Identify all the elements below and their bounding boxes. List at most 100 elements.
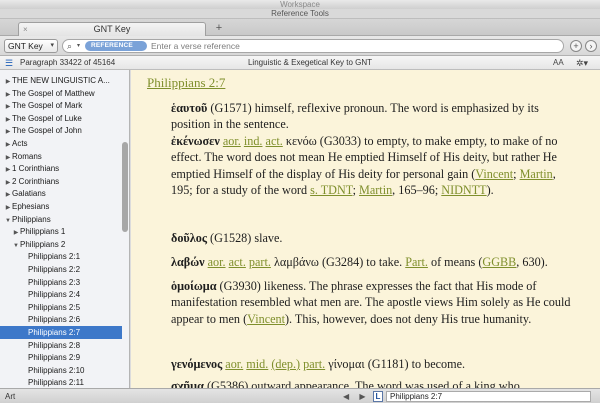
- reference-search-box[interactable]: ⌕ ▾ REFERENCE: [62, 39, 564, 53]
- sidebar-item[interactable]: ▶ The Gospel of Matthew: [0, 87, 122, 100]
- disclosure-closed-icon[interactable]: ▶: [4, 126, 12, 137]
- disclosure-closed-icon[interactable]: ▶: [4, 114, 12, 125]
- disclosure-closed-icon[interactable]: ▶: [4, 189, 12, 200]
- sidebar-item-label: Philippians 2:4: [28, 290, 81, 300]
- search-icon[interactable]: ⌕: [67, 40, 72, 52]
- parsing-link[interactable]: part.: [249, 255, 271, 269]
- disclosure-closed-icon[interactable]: ▶: [4, 139, 12, 150]
- reference-link[interactable]: s. TDNT: [310, 183, 352, 197]
- resource-title: Linguistic & Exegetical Key to GNT: [247, 58, 373, 67]
- parsing-link[interactable]: aor.: [223, 134, 241, 148]
- sidebar-item[interactable]: Philippians 2:8: [0, 339, 122, 352]
- sidebar-item[interactable]: ▶ THE NEW LINGUISTIC A...: [0, 74, 122, 87]
- tab-strip: × GNT Key +: [0, 19, 600, 36]
- sidebar-item[interactable]: Philippians 2:5: [0, 301, 122, 314]
- sidebar-item[interactable]: Philippians 2:9: [0, 351, 122, 364]
- sidebar-scrollbar[interactable]: [122, 142, 128, 232]
- sidebar-item[interactable]: Philippians 2:11: [0, 376, 122, 388]
- sidebar-item[interactable]: ▶ Romans: [0, 150, 122, 163]
- headword: γενόμενος: [171, 357, 223, 371]
- parsing-link[interactable]: act.: [266, 134, 283, 148]
- parsing-link[interactable]: Part.: [405, 255, 428, 269]
- table-of-contents-icon[interactable]: ☰: [5, 58, 13, 68]
- sidebar-item[interactable]: ▶ 1 Corinthians: [0, 162, 122, 175]
- reference-link[interactable]: Vincent: [247, 312, 285, 326]
- sidebar-item[interactable]: Philippians 2:2: [0, 263, 122, 276]
- sidebar-item-label: Acts: [12, 139, 28, 148]
- sidebar-item[interactable]: Philippians 2:10: [0, 364, 122, 377]
- sidebar-item-label: The Gospel of Matthew: [12, 88, 95, 98]
- headword: ἑαυτοῦ: [171, 101, 208, 115]
- sidebar-item[interactable]: Philippians 2:1: [0, 250, 122, 263]
- disclosure-closed-icon[interactable]: ▶: [4, 89, 12, 100]
- search-menu-chevron-icon[interactable]: ▾: [77, 40, 80, 52]
- resource-select[interactable]: GNT Key ▾: [4, 39, 58, 53]
- current-reference-field[interactable]: Philippians 2:7: [386, 391, 591, 402]
- sidebar-item-label: Philippians 2:2: [28, 265, 81, 274]
- reference-link[interactable]: Martin: [520, 167, 553, 181]
- sidebar-item[interactable]: Philippians 2:6: [0, 313, 122, 326]
- parsing-link[interactable]: act.: [229, 255, 246, 269]
- reference-link[interactable]: GGBB: [482, 255, 516, 269]
- sidebar-item[interactable]: ▼Philippians: [0, 213, 122, 226]
- verse-heading[interactable]: Philippians 2:7: [147, 75, 225, 91]
- disclosure-closed-icon[interactable]: ▶: [4, 152, 12, 163]
- font-size-icon[interactable]: AA: [553, 56, 564, 70]
- sidebar-item[interactable]: ▶ Philippians 1: [0, 225, 122, 238]
- new-tab-button[interactable]: +: [212, 22, 226, 35]
- sidebar-item[interactable]: Philippians 2:3: [0, 276, 122, 289]
- status-bar: Art ◀ ▶ L Philippians 2:7: [0, 388, 600, 403]
- sidebar-item[interactable]: ▶ Galatians: [0, 187, 122, 200]
- disclosure-open-icon[interactable]: ▼: [4, 215, 12, 226]
- sidebar-item[interactable]: ▼Philippians 2: [0, 238, 122, 251]
- disclosure-open-icon[interactable]: ▼: [12, 240, 20, 251]
- disclosure-closed-icon[interactable]: ▶: [4, 202, 12, 213]
- add-icon[interactable]: +: [570, 40, 582, 52]
- entry-text: (G1571) himself, reflexive pronoun. The …: [171, 101, 539, 132]
- sidebar-item[interactable]: ▶ Ephesians: [0, 200, 122, 213]
- reference-link[interactable]: Martin: [359, 183, 392, 197]
- reference-link[interactable]: Vincent: [475, 167, 513, 181]
- entry-text: , 630).: [516, 255, 548, 269]
- sidebar-item-label: Philippians 2: [20, 239, 66, 249]
- gear-icon[interactable]: ✲▾: [576, 56, 588, 70]
- entry-heautou: ἑαυτοῦ (G1571) himself, reflexive pronou…: [171, 100, 579, 133]
- sidebar-item-label: The Gospel of Luke: [12, 113, 82, 123]
- disclosure-closed-icon[interactable]: ▶: [12, 227, 20, 238]
- reference-type-pill[interactable]: REFERENCE: [85, 41, 147, 51]
- tab-close-icon[interactable]: ×: [23, 23, 28, 36]
- parsing-link[interactable]: part.: [303, 357, 325, 371]
- status-left-label[interactable]: Art: [5, 389, 15, 403]
- parsing-link[interactable]: aor.: [208, 255, 226, 269]
- entry-text: (G1528) slave.: [206, 231, 283, 245]
- sidebar-item[interactable]: ▶ The Gospel of John: [0, 124, 122, 137]
- reference-input[interactable]: [151, 40, 551, 52]
- reference-link[interactable]: NIDNTT: [441, 183, 486, 197]
- sidebar-item-label: Ephesians: [12, 202, 50, 211]
- go-arrow-icon[interactable]: ›: [585, 40, 597, 52]
- sidebar-item[interactable]: Philippians 2:4: [0, 288, 122, 301]
- sidebar-item-label: Philippians 2:1: [28, 252, 81, 262]
- tab-gnt-key[interactable]: × GNT Key: [18, 22, 206, 36]
- sidebar-item[interactable]: Philippians 2:7: [0, 326, 122, 339]
- entry-text: ). This, however, does not deny His true…: [285, 311, 532, 326]
- disclosure-closed-icon[interactable]: ▶: [4, 76, 12, 87]
- history-nav-arrows-icon[interactable]: ◀ ▶: [343, 389, 370, 403]
- window-title: Workspace: [0, 0, 600, 9]
- parsing-link[interactable]: (dep.): [271, 357, 300, 371]
- sidebar-item-label: Philippians 2:8: [28, 340, 81, 350]
- headword: δοῦλος: [171, 231, 207, 245]
- disclosure-closed-icon[interactable]: ▶: [4, 164, 12, 175]
- sidebar-item-label: Philippians 2:3: [28, 277, 81, 287]
- sidebar-item[interactable]: ▶ The Gospel of Luke: [0, 112, 122, 125]
- sidebar-item[interactable]: ▶ 2 Corinthians: [0, 175, 122, 188]
- parsing-link[interactable]: ind.: [244, 134, 263, 148]
- sidebar-item[interactable]: ▶ The Gospel of Mark: [0, 99, 122, 112]
- parsing-link[interactable]: mid.: [246, 357, 268, 371]
- sidebar-item[interactable]: ▶ Acts: [0, 137, 122, 150]
- sidebar-item-label: Philippians 2:7: [28, 328, 81, 337]
- entry-schema: σχῆμα (G5386) outward appearance. The wo…: [171, 378, 579, 388]
- parsing-link[interactable]: aor.: [225, 357, 243, 371]
- disclosure-closed-icon[interactable]: ▶: [4, 101, 12, 112]
- disclosure-closed-icon[interactable]: ▶: [4, 177, 12, 188]
